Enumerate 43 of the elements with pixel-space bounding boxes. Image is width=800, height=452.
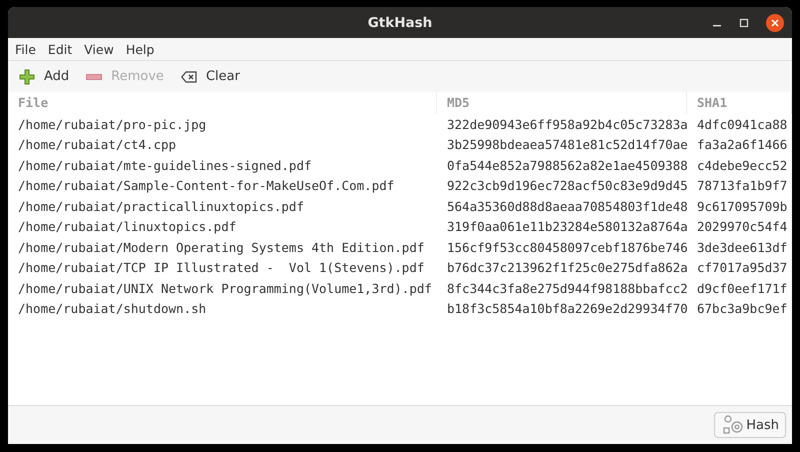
table-cell-text: /home/rubaiat/shutdown.sh	[17, 301, 208, 316]
table-cell-text: /home/rubaiat/linuxtopics.pdf	[17, 219, 238, 234]
table-cell-text: /home/rubaiat/pro-pic.jpg	[17, 116, 208, 132]
clear-icon	[180, 70, 197, 82]
add-button[interactable]: Add	[14, 66, 78, 88]
table-cell-text: /home/rubaiat/TCP IP Illustrated - Vol 1(Stevens).pdf	[17, 260, 426, 276]
table-cell-text: /home/rubaiat/practicallinuxtopics.pdf	[17, 198, 305, 214]
minus-icon	[86, 74, 102, 80]
table-cell-text: c4debe9ecc52	[696, 158, 788, 173]
table-cell-text: 4dfc0941ca88	[696, 116, 788, 132]
table-cell-text: 922c3cb9d196ec728acf50c83e9d9d45	[446, 178, 687, 194]
table-cell-text: 319f0aa061e11b23284e580132a8764a	[446, 219, 687, 234]
table-cell-text: cf7017a95d37	[696, 260, 788, 276]
window-title: GtkHash	[368, 14, 432, 30]
table-cell-text: 156cf9f53cc80458097cebf1876be746	[446, 240, 687, 255]
table-cell-text: /home/rubaiat/mte-guidelines-signed.pdf	[17, 158, 312, 173]
hash-button[interactable]: Hash	[714, 412, 786, 438]
table-cell-text: 67bc3a9bc9ef	[696, 301, 788, 316]
table-cell-text: /home/rubaiat/UNIX Network Programming(Volume1,3rd).pdf	[17, 280, 433, 296]
table-cell-text: 3b25998bdeaea57481e81c52d14f70ae	[446, 137, 687, 152]
table-cell-text: 78713fa1b9f7	[696, 178, 788, 194]
menu-item[interactable]: Edit	[44, 42, 76, 56]
clear-button[interactable]: Clear	[176, 66, 248, 87]
menu-item[interactable]: Help	[122, 42, 158, 56]
table-cell-text: 322de90943e6ff958a92b4c05c73283a	[446, 116, 687, 132]
menu-item[interactable]: File	[11, 42, 40, 56]
table-cell-text: 564a35360d88d8aeaa70854803f1de48	[446, 198, 687, 214]
table-cell-text: 3de3dee613df	[696, 240, 788, 255]
table-cell-text: 8fc344c3fa8e275d944f98188bbafcc2	[446, 280, 687, 296]
table-cell-text: d9cf0eef171f	[696, 280, 788, 296]
table-cell-text: fa3a2a6f1466	[696, 137, 788, 152]
table-cell-text: b76dc37c213962f1f25c0e275dfa862a	[446, 260, 687, 276]
table-cell-text: 2029970c54f4	[696, 219, 788, 234]
menu-item[interactable]: View	[80, 42, 118, 56]
table-cell-text: /home/rubaiat/ct4.cpp	[17, 137, 178, 152]
table-cell-text: 9c617095709b	[696, 198, 788, 214]
table-cell-text: /home/rubaiat/Sample-Content-for-MakeUseOf.Com.pdf	[17, 178, 396, 194]
maximize-icon[interactable]	[739, 18, 749, 28]
table-cell-text: 0fa544e852a7988562a82e1ae4509388	[446, 158, 687, 173]
plus-icon	[19, 68, 35, 84]
table-cell-text: b18f3c5854a10bf8a2269e2d29934f70	[446, 301, 687, 316]
table-cell-text: /home/rubaiat/Modern Operating Systems 4th Edition.pdf	[17, 240, 426, 255]
close-icon[interactable]	[766, 14, 784, 32]
